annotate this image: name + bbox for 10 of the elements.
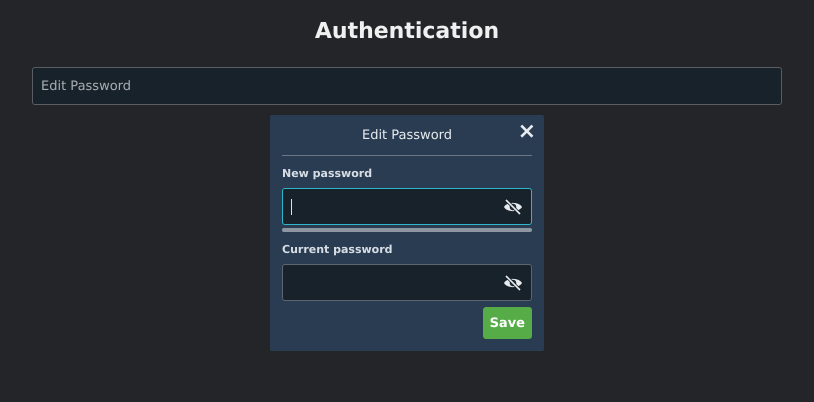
dialog-title: Edit Password xyxy=(362,128,452,142)
password-field[interactable] xyxy=(282,264,532,301)
close-button[interactable]: × xyxy=(516,121,538,143)
edit-password-button[interactable]: Edit Password xyxy=(32,67,782,105)
hidden-eye-icon[interactable] xyxy=(503,198,523,214)
hidden-eye-icon[interactable] xyxy=(503,274,523,290)
password-field[interactable] xyxy=(282,188,532,225)
field-label: New password xyxy=(282,167,374,180)
page-title: Authentication xyxy=(314,18,500,46)
field-label: Current password xyxy=(282,243,394,256)
